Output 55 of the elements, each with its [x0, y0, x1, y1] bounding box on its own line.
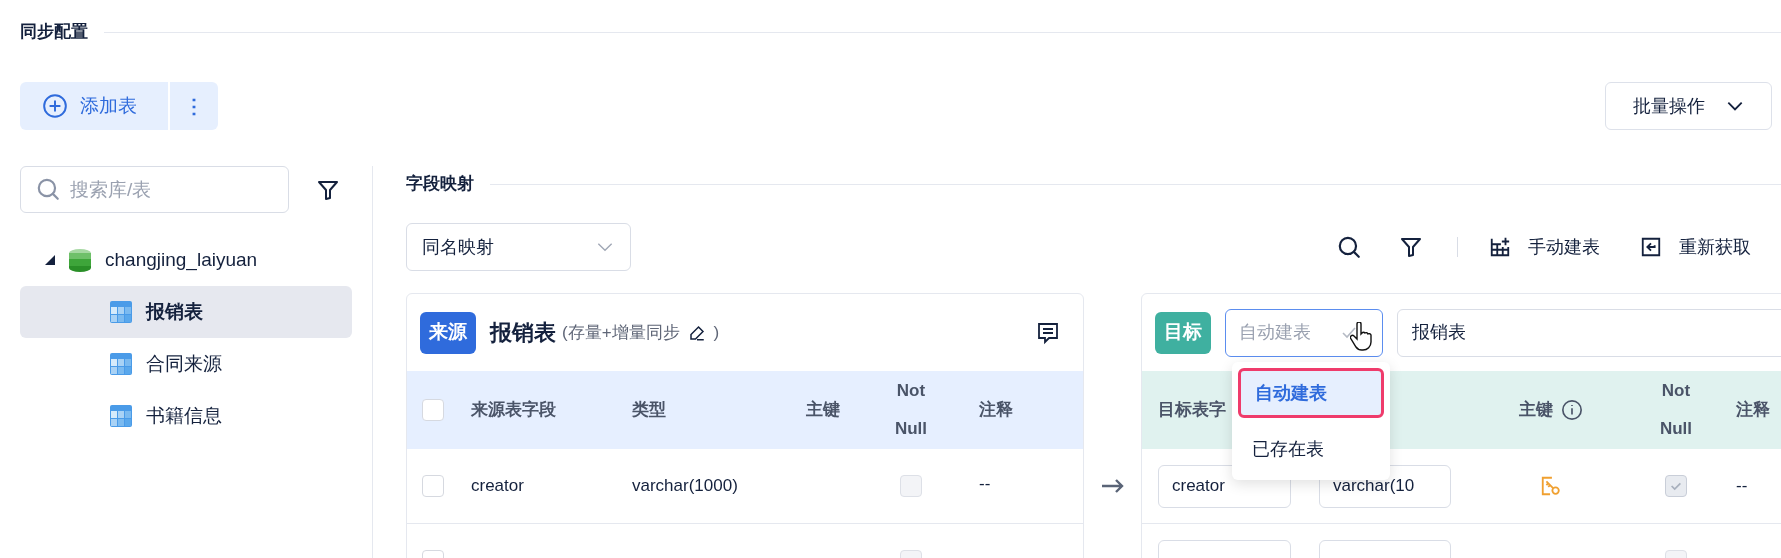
section-title: 同步配置 — [20, 21, 88, 44]
add-table-button[interactable]: 添加表 — [20, 82, 168, 130]
table-cell: -- — [1736, 476, 1748, 496]
plus-circle-icon — [42, 93, 68, 119]
refresh-icon — [1640, 236, 1662, 258]
checkbox[interactable] — [422, 475, 444, 497]
toolbar-button[interactable]: 重新获取 — [1640, 233, 1751, 261]
checkbox[interactable] — [900, 475, 922, 497]
filter-icon[interactable] — [1399, 235, 1423, 259]
expand-triangle-icon[interactable] — [45, 255, 55, 265]
table-icon — [110, 301, 132, 323]
column-header: 注释 — [1735, 399, 1771, 422]
column-header: 来源表字段 — [471, 399, 557, 422]
more-button[interactable]: ⋮ — [170, 82, 218, 130]
search-field[interactable]: 搜索库/表 — [20, 166, 289, 213]
source-badge: 来源 — [420, 311, 476, 354]
table-name: 报销表 — [490, 319, 556, 347]
sync-note: (存量+增量同步 — [562, 321, 680, 344]
search-icon — [35, 176, 61, 202]
section-title: 字段映射 — [406, 173, 474, 196]
tree-item[interactable]: 报销表 — [20, 286, 352, 338]
table-icon — [110, 353, 132, 375]
toolbar-button[interactable]: 手动建表 — [1489, 233, 1600, 261]
column-header: 主键 — [1519, 399, 1553, 422]
table-add-icon — [1489, 236, 1511, 258]
table-cell: varchar(1000) — [632, 476, 738, 496]
database-icon — [69, 248, 91, 272]
hand-cursor-icon — [1350, 322, 1374, 352]
batch-action-dropdown[interactable]: 批量操作 — [1605, 82, 1772, 130]
tree-item[interactable]: 合同来源 — [20, 338, 352, 390]
column-header: Not Null — [893, 380, 929, 440]
table-cell: creator — [471, 476, 524, 496]
column-header: 类型 — [632, 399, 667, 422]
table-name-field[interactable]: 报销表 — [1397, 308, 1781, 357]
search-icon — [1336, 234, 1362, 260]
sync-note-end: ) — [713, 321, 720, 344]
tree-item[interactable]: changjing_laiyuan — [20, 234, 352, 286]
column-header: Not Null — [1658, 380, 1694, 440]
mapping-select[interactable]: 同名映射 — [406, 223, 631, 271]
database-name: changjing_laiyuan — [105, 247, 258, 273]
column-header: 主键 — [806, 399, 841, 422]
checkbox[interactable] — [422, 399, 444, 421]
target-badge: 目标 — [1155, 311, 1211, 354]
menu-item[interactable]: 自动建表 — [1238, 368, 1384, 418]
table-icon — [110, 405, 132, 427]
comment-icon[interactable] — [1036, 320, 1060, 345]
key-icon[interactable] — [1540, 475, 1562, 497]
tree-item[interactable]: 书籍信息 — [20, 390, 352, 442]
column-header: 目标表字 — [1158, 399, 1227, 422]
column-header: 注释 — [978, 399, 1014, 422]
arrow-right-icon — [1101, 478, 1124, 493]
info-icon[interactable] — [1561, 399, 1583, 421]
edit-icon[interactable] — [687, 323, 706, 342]
checkbox[interactable] — [1665, 475, 1687, 497]
table-cell: -- — [979, 474, 991, 493]
